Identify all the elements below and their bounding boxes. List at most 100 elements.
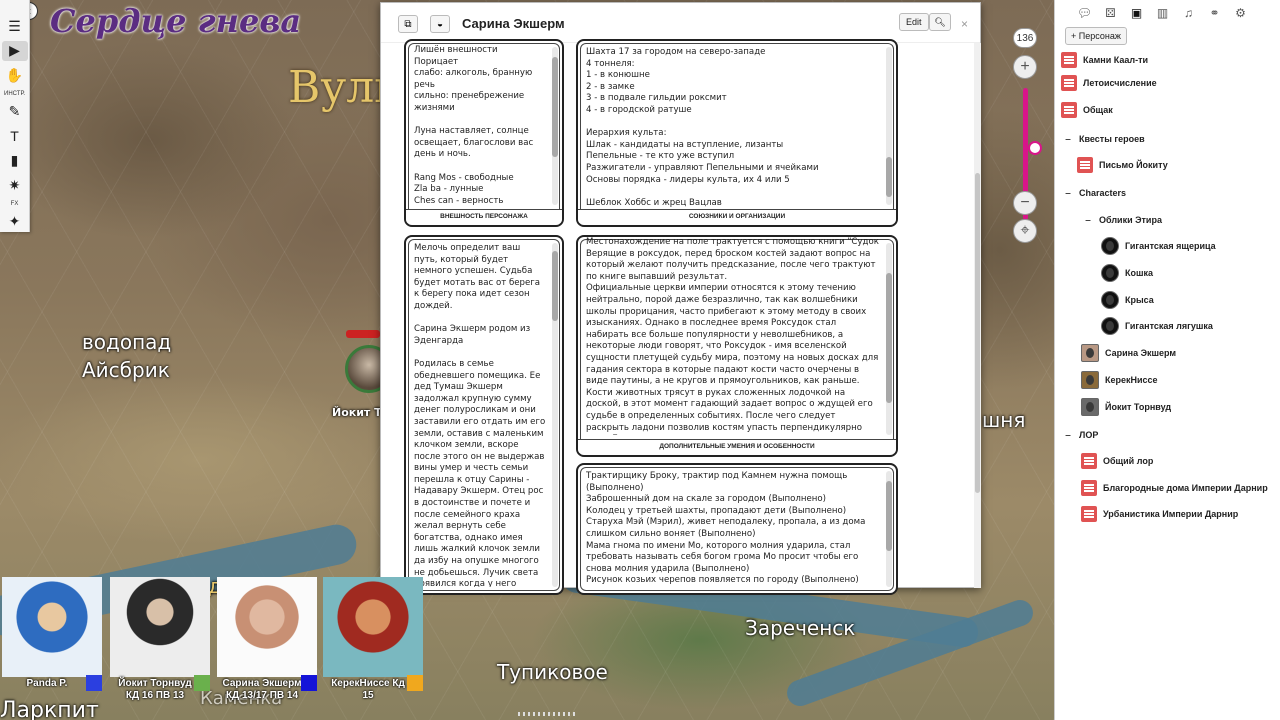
journal-folder[interactable]: – Квесты героев	[1063, 127, 1145, 151]
avatar	[1081, 371, 1099, 389]
dialog-header: ⧉ ◒ Сарина Экшерм Edit 🔍︎ ×	[381, 3, 980, 43]
pan-tool-icon[interactable]: ✋	[2, 65, 28, 86]
journal-item[interactable]: КерекНиссе	[1081, 368, 1158, 392]
network-icon[interactable]: ⚭	[1207, 6, 1222, 21]
player-color	[301, 675, 317, 691]
drag-handle[interactable]	[518, 712, 578, 716]
tools-caption: ИНСТР.	[4, 90, 25, 97]
panel-scrollbar[interactable]	[552, 243, 558, 587]
skills-text[interactable]: Местонахождение на поле трактуется с пом…	[586, 237, 880, 435]
journal-folder[interactable]: – ЛОР	[1063, 423, 1098, 447]
journal-item[interactable]: Йокит Торнвуд	[1081, 395, 1171, 419]
search-icon[interactable]: 🔍︎	[929, 13, 951, 31]
folder-toggle-icon[interactable]: –	[1063, 188, 1073, 199]
panel-scrollbar[interactable]	[886, 47, 892, 205]
menu-icon[interactable]: ☰	[2, 16, 28, 37]
select-tool-icon[interactable]: ▶	[1, 40, 28, 61]
add-character-button[interactable]: + Персонаж	[1065, 27, 1127, 45]
journal-item[interactable]: Кошка	[1101, 261, 1153, 285]
character-sheet-dialog: ⧉ ◒ Сарина Экшерм Edit 🔍︎ × Лишён внешно…	[380, 2, 981, 595]
journal-item[interactable]: Благородные дома Империи Дарнир	[1081, 476, 1268, 500]
appearance-text[interactable]: Лишён внешности Порицает слабо: алкоголь…	[414, 45, 546, 211]
panel-scrollbar[interactable]	[552, 47, 558, 205]
journal-item[interactable]: Сарина Экшерм	[1081, 341, 1176, 365]
journal-item[interactable]: Письмо Йокиту	[1077, 153, 1168, 177]
quests-text[interactable]: Трактирщику Броку, трактир под Камнем ну…	[586, 471, 880, 587]
folder-toggle-icon[interactable]: –	[1063, 430, 1073, 441]
dice-icon[interactable]: ⚄	[1103, 6, 1118, 21]
journal-item[interactable]: Урбанистика Империи Дарнир	[1081, 502, 1238, 526]
player-color	[86, 675, 102, 691]
zoom-target-button[interactable]: ⌖	[1013, 219, 1037, 243]
player-name: Сарина Экшерм КД 13/17 ПВ 14	[222, 678, 302, 701]
journal-item-label: Письмо Йокиту	[1099, 160, 1168, 170]
dialog-scrollbar[interactable]	[974, 43, 981, 588]
player-yokit[interactable]: Йокит Торнвуд КД 16 ПВ 13	[110, 577, 210, 705]
compendium-icon[interactable]: ▥	[1155, 6, 1170, 21]
skills-caption: ДОПОЛНИТЕЛЬНЫЕ УМЕНИЯ И ОСОБЕННОСТИ	[578, 439, 896, 453]
journal-item[interactable]: Гигантская ящерица	[1101, 234, 1216, 258]
player-portrait	[323, 577, 423, 677]
measure-tool-icon[interactable]: ▮	[2, 151, 28, 172]
folder-toggle-icon[interactable]: –	[1083, 215, 1093, 226]
fx-tool-icon[interactable]: ✷	[2, 175, 28, 196]
zoom-in-button[interactable]: +	[1013, 55, 1037, 79]
allies-panel: Шахта 17 за городом на северо-западе 4 т…	[576, 39, 898, 227]
journal-folder[interactable]: – Characters	[1063, 181, 1126, 205]
allies-text[interactable]: Шахта 17 за городом на северо-западе 4 т…	[586, 47, 880, 213]
panel-scrollbar[interactable]	[886, 471, 892, 587]
avatar	[1081, 398, 1099, 416]
folder-label: Квесты героев	[1079, 134, 1145, 144]
journal-item-label: Благородные дома Империи Дарнир	[1103, 483, 1268, 493]
edit-button[interactable]: Edit	[899, 13, 929, 31]
folder-label: Облики Этира	[1099, 215, 1162, 225]
journal-item[interactable]: Летоисчисление	[1061, 71, 1157, 95]
token-health-bar	[346, 330, 380, 338]
draw-tool-icon[interactable]: ✎	[2, 102, 28, 123]
avatar	[1101, 291, 1119, 309]
avatar-icon[interactable]: ◒	[430, 15, 450, 33]
text-tool-icon[interactable]: T	[2, 126, 28, 147]
journal-item[interactable]: Общий лор	[1081, 449, 1153, 473]
player-sarina[interactable]: Сарина Экшерм КД 13/17 ПВ 14	[217, 577, 317, 705]
journal-item-label: Урбанистика Империи Дарнир	[1103, 509, 1239, 519]
player-color	[407, 675, 423, 691]
popout-icon[interactable]: ⧉	[398, 15, 418, 33]
player-name: КерекНиссе Кд 15	[331, 678, 405, 701]
journal-item-label: Йокит Торнвуд	[1105, 402, 1172, 412]
left-toolbar: ☰ ▶ ✋ ИНСТР. ✎ T ▮ ✷ FX ✦	[0, 0, 30, 232]
player-color	[194, 675, 210, 691]
appearance-caption: ВНЕШНОСТЬ ПЕРСОНАЖА	[406, 209, 562, 223]
map-label-aisbrik: Айсбрик	[82, 358, 170, 382]
journal-item[interactable]: Крыса	[1101, 288, 1154, 312]
avatar	[1081, 344, 1099, 362]
bio-text[interactable]: Мелочь определит ваш путь, который будет…	[414, 243, 546, 587]
journal-item[interactable]: Камни Каал-ти	[1061, 48, 1148, 72]
map-label-waterfall: водопад	[82, 330, 172, 354]
map-label-zarechensk: Зареченск	[745, 616, 856, 640]
journal-item-label: Камни Каал-ти	[1083, 55, 1149, 65]
close-icon[interactable]: ×	[961, 17, 968, 31]
zoom-level: 136	[1013, 28, 1037, 48]
folder-label: Characters	[1079, 188, 1127, 198]
audio-icon[interactable]: ♫	[1181, 6, 1196, 21]
player-name: Panda P.	[26, 678, 68, 689]
journal-icon[interactable]: ▣	[1129, 6, 1144, 21]
journal-folder[interactable]: – Облики Этира	[1083, 208, 1162, 232]
player-panda[interactable]: Panda P.	[2, 577, 102, 705]
journal-item-label: Летоисчисление	[1083, 78, 1157, 88]
avatar	[1101, 264, 1119, 282]
settings-icon[interactable]: ⚙	[1233, 6, 1248, 21]
folder-label: ЛОР	[1079, 430, 1099, 440]
zoom-slider-knob[interactable]	[1028, 141, 1042, 155]
chat-icon[interactable]: 💬︎	[1077, 6, 1092, 21]
wand-tool-icon[interactable]: ✦	[2, 212, 28, 233]
folder-toggle-icon[interactable]: –	[1063, 134, 1073, 145]
panel-scrollbar[interactable]	[886, 243, 892, 435]
zoom-out-button[interactable]: −	[1013, 191, 1037, 215]
player-kerek[interactable]: КерекНиссе Кд 15	[323, 577, 423, 705]
journal-item[interactable]: Гигантская лягушка	[1101, 314, 1213, 338]
journal-item-label: Гигантская ящерица	[1125, 241, 1216, 251]
handout-icon	[1061, 102, 1077, 118]
journal-item[interactable]: Общак	[1061, 98, 1113, 122]
